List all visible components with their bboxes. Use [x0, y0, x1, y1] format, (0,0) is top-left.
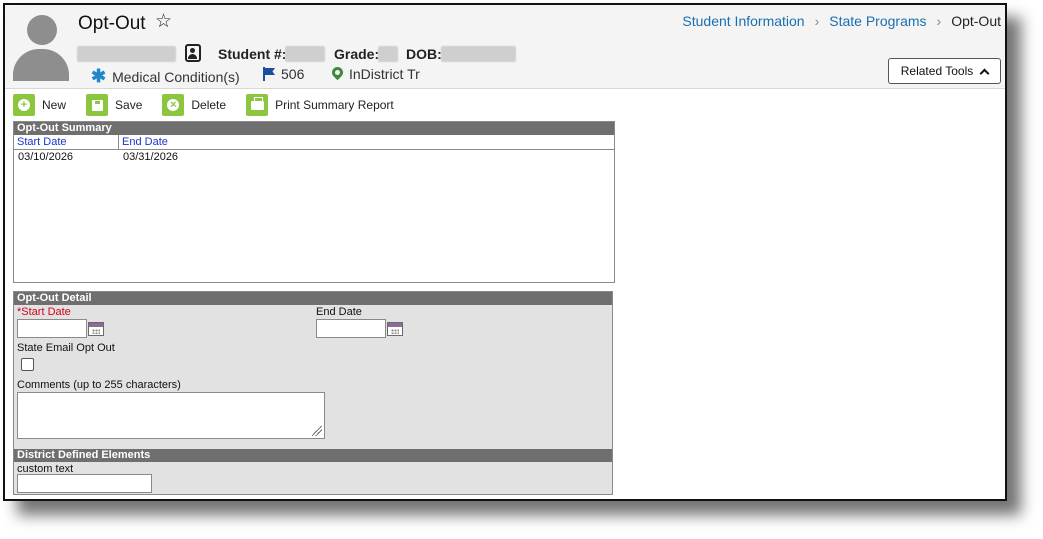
flag-indistrict[interactable]: InDistrict Tr: [332, 66, 420, 82]
student-number-label: Student #:: [218, 46, 287, 62]
start-date-input[interactable]: [17, 319, 87, 338]
breadcrumb-state-programs[interactable]: State Programs: [829, 13, 926, 29]
summary-column-headers: Start Date End Date: [14, 135, 614, 150]
chevron-right-icon: ›: [814, 13, 820, 29]
avatar-head: [27, 15, 57, 45]
comments-label: Comments (up to 255 characters): [17, 379, 181, 391]
avatar: [13, 11, 69, 81]
app-window: Opt-Out ☆ Student #: Grade: DOB: ✱ Medic…: [3, 3, 1007, 501]
breadcrumb-current: Opt-Out: [951, 13, 1001, 29]
print-label: Print Summary Report: [275, 98, 394, 112]
student-number-redacted: [285, 46, 325, 62]
student-name-redacted: [77, 46, 176, 62]
resize-handle-icon[interactable]: [312, 426, 322, 436]
calendar-icon[interactable]: [387, 322, 403, 336]
row-end-date: 03/31/2026: [123, 151, 179, 163]
related-tools-button[interactable]: Related Tools: [888, 58, 1001, 84]
star-icon[interactable]: ☆: [155, 12, 172, 31]
district-defined-elements-title: District Defined Elements: [14, 449, 612, 462]
new-button[interactable]: + New: [13, 94, 66, 116]
start-date-label: *Start Date: [17, 306, 71, 318]
flag-506[interactable]: 506: [263, 66, 304, 82]
flag-506-label: 506: [281, 66, 305, 82]
end-date-input[interactable]: [316, 319, 386, 338]
contact-card-icon[interactable]: [185, 44, 201, 62]
end-date-label: End Date: [316, 306, 362, 318]
printer-icon: [246, 94, 269, 116]
delete-label: Delete: [191, 98, 227, 112]
breadcrumb: Student Information › State Programs › O…: [682, 13, 1001, 29]
floppy-disk-icon: [86, 94, 109, 116]
state-email-opt-out-label: State Email Opt Out: [17, 342, 115, 354]
save-label: Save: [115, 98, 143, 112]
student-header: Opt-Out ☆ Student #: Grade: DOB: ✱ Medic…: [5, 5, 1005, 89]
page-title: Opt-Out: [78, 13, 146, 34]
column-header-end-date[interactable]: End Date: [119, 135, 229, 149]
flag-medical-condition[interactable]: ✱ Medical Condition(s): [91, 66, 240, 87]
map-pin-icon: [332, 67, 343, 82]
grade-redacted: [378, 46, 398, 62]
table-row[interactable]: 03/10/2026 03/31/2026: [14, 150, 614, 165]
row-start-date: 03/10/2026: [18, 151, 74, 163]
summary-title: Opt-Out Summary: [14, 122, 614, 135]
opt-out-summary-panel: Opt-Out Summary Start Date End Date 03/1…: [13, 121, 615, 283]
flag-medical-label: Medical Condition(s): [112, 68, 240, 85]
opt-out-detail-panel: Opt-Out Detail *Start Date End Date Stat…: [13, 291, 613, 495]
print-summary-report-button[interactable]: Print Summary Report: [246, 94, 394, 116]
delete-button[interactable]: × Delete: [162, 94, 226, 116]
action-toolbar: + New Save × Delete Print Summary Report: [13, 94, 414, 116]
avatar-body: [13, 49, 69, 81]
column-header-start-date[interactable]: Start Date: [14, 135, 119, 149]
detail-title: Opt-Out Detail: [14, 292, 612, 305]
dob-redacted: [441, 46, 516, 62]
save-button[interactable]: Save: [86, 94, 142, 116]
custom-text-input[interactable]: [17, 474, 152, 493]
asterisk-icon: ✱: [91, 66, 107, 86]
breadcrumb-student-information[interactable]: Student Information: [682, 13, 804, 29]
state-email-opt-out-checkbox[interactable]: [21, 358, 34, 371]
flag-icon: [263, 67, 275, 81]
comments-textarea[interactable]: [17, 392, 325, 439]
chevron-up-icon: [979, 68, 990, 78]
x-circle-icon: ×: [162, 94, 185, 116]
dob-label: DOB:: [406, 46, 442, 62]
grade-label: Grade:: [334, 46, 380, 62]
new-label: New: [42, 98, 67, 112]
plus-circle-icon: +: [13, 94, 35, 116]
flag-indistrict-label: InDistrict Tr: [349, 66, 420, 82]
calendar-icon[interactable]: [88, 322, 104, 336]
related-tools-label: Related Tools: [900, 64, 974, 78]
chevron-right-icon: ›: [936, 13, 942, 29]
